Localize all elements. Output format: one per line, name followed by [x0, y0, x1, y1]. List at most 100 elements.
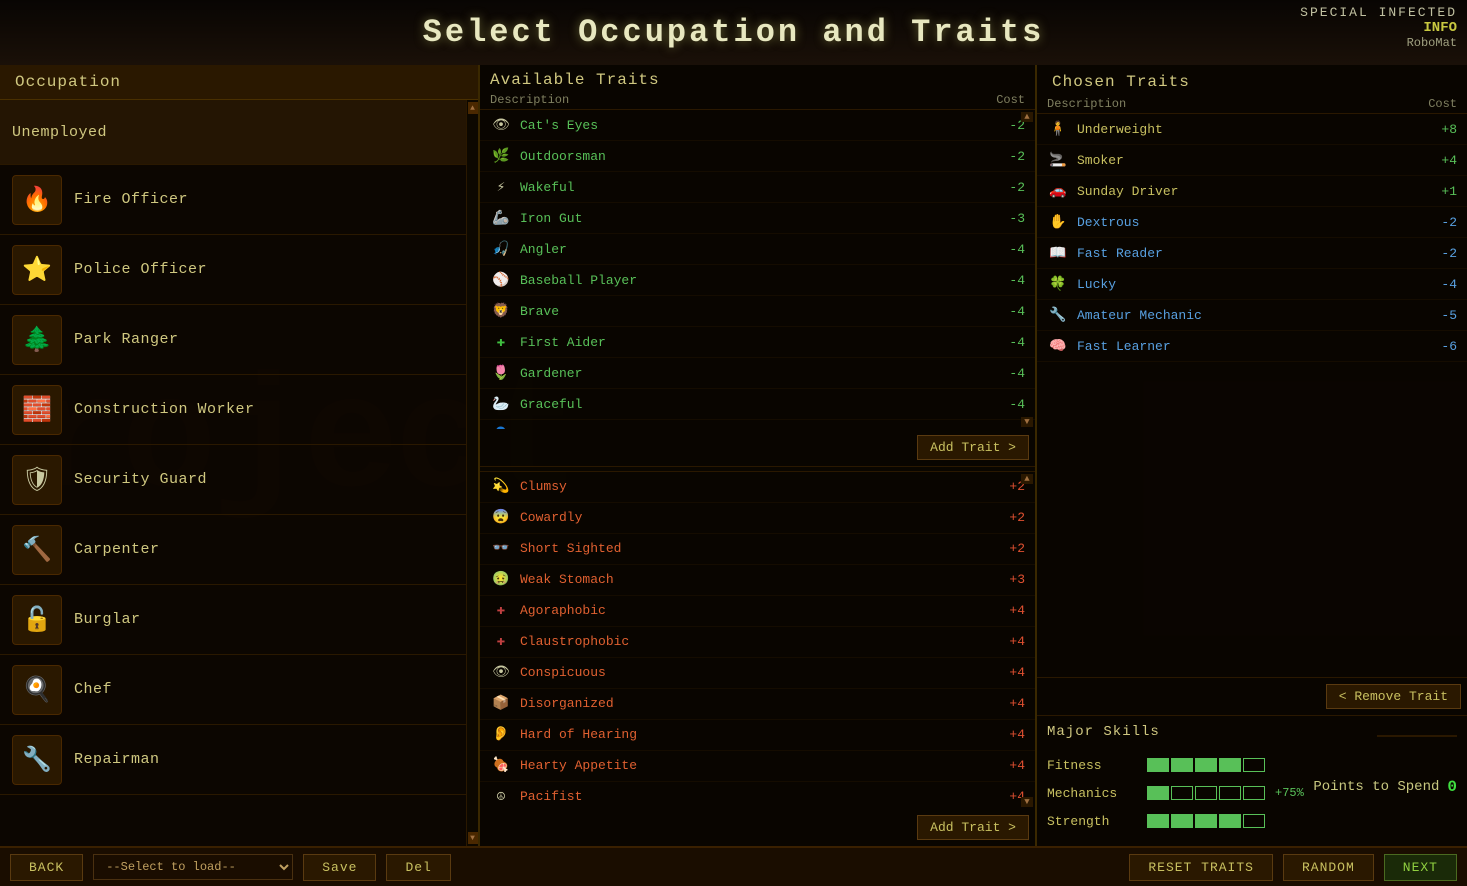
negative-trait-scroll-up[interactable]: ▲: [1021, 474, 1033, 484]
amateur-mechanic-icon: 🔧: [1047, 304, 1069, 326]
occupation-item-repairman[interactable]: 🔧 Repairman: [0, 725, 466, 795]
trait-item-wakeful[interactable]: ⚡ Wakeful -2: [480, 172, 1035, 203]
trait-item-agoraphobic[interactable]: ✚ Agoraphobic +4: [480, 596, 1035, 627]
wakeful-icon: ⚡: [490, 176, 512, 198]
occupation-item-chef[interactable]: 🍳 Chef: [0, 655, 466, 725]
trait-item-gardener[interactable]: 🌷 Gardener -4: [480, 358, 1035, 389]
trait-item-inconspicuous[interactable]: 👤 Inconspicuous -4: [480, 420, 1035, 429]
points-display: Points to Spend 0: [1313, 778, 1457, 796]
chosen-col-header-description: Description: [1047, 97, 1417, 111]
chosen-item-lucky[interactable]: 🍀 Lucky -4: [1037, 269, 1467, 300]
cowardly-icon: 😨: [490, 507, 512, 529]
robomut-label: RoboMat: [1300, 36, 1457, 50]
occupation-item-carpenter[interactable]: 🔨 Carpenter: [0, 515, 466, 585]
occupation-item-construction-worker[interactable]: 🧱 Construction Worker: [0, 375, 466, 445]
trait-item-weak-stomach[interactable]: 🤢 Weak Stomach +3: [480, 565, 1035, 596]
info-button[interactable]: INFO: [1300, 20, 1457, 36]
trait-item-conspicuous[interactable]: 👁 Conspicuous +4: [480, 658, 1035, 689]
occupation-name-unemployed: Unemployed: [12, 124, 107, 141]
chosen-item-fast-learner[interactable]: 🧠 Fast Learner -6: [1037, 331, 1467, 362]
trait-item-short-sighted[interactable]: 👓 Short Sighted +2: [480, 534, 1035, 565]
underweight-icon: 🧍: [1047, 118, 1069, 140]
skill-pip-fitness-5: [1243, 758, 1265, 772]
chosen-item-fast-reader[interactable]: 📖 Fast Reader -2: [1037, 238, 1467, 269]
trait-item-iron-gut[interactable]: 🦾 Iron Gut -3: [480, 203, 1035, 234]
major-skills-title: Major Skills: [1047, 724, 1160, 740]
chosen-item-sunday-driver[interactable]: 🚗 Sunday Driver +1: [1037, 176, 1467, 207]
occupation-name-repairman: Repairman: [74, 751, 160, 768]
skill-pip-strength-2: [1171, 814, 1193, 828]
reset-traits-button[interactable]: RESET TRAITS: [1129, 854, 1273, 881]
chosen-name-amateur-mechanic: Amateur Mechanic: [1077, 308, 1417, 323]
occupation-name-police-officer: Police Officer: [74, 261, 207, 278]
save-button[interactable]: Save: [303, 854, 376, 881]
trait-cost-inconspicuous: -4: [990, 428, 1025, 429]
security-guard-icon: 🛡: [12, 455, 62, 505]
skill-pip-fitness-1: [1147, 758, 1169, 772]
trait-item-hearty-appetite[interactable]: 🍖 Hearty Appetite +4: [480, 751, 1035, 782]
trait-item-disorganized[interactable]: 📦 Disorganized +4: [480, 689, 1035, 720]
traits-panel: Available Traits Description Cost ▲ 👁 Ca…: [480, 65, 1037, 846]
trait-item-baseball-player[interactable]: ⚾ Baseball Player -4: [480, 265, 1035, 296]
occupation-item-unemployed[interactable]: Unemployed: [0, 100, 466, 165]
trait-item-graceful[interactable]: 🦢 Graceful -4: [480, 389, 1035, 420]
trait-item-brave[interactable]: 🦁 Brave -4: [480, 296, 1035, 327]
fire-officer-icon: 🔥: [12, 175, 62, 225]
remove-trait-button[interactable]: < Remove Trait: [1326, 684, 1461, 709]
special-infected-label: SPECIAL INFECTED: [1300, 5, 1457, 20]
trait-name-gardener: Gardener: [520, 366, 990, 381]
chosen-cost-fast-learner: -6: [1417, 339, 1457, 354]
chosen-name-sunday-driver: Sunday Driver: [1077, 184, 1417, 199]
trait-item-outdoorsman[interactable]: 🌿 Outdoorsman -2: [480, 141, 1035, 172]
occupation-item-burglar[interactable]: 🔓 Burglar: [0, 585, 466, 655]
next-button[interactable]: NEXT: [1384, 854, 1457, 881]
lucky-icon: 🍀: [1047, 273, 1069, 295]
occupation-item-police-officer[interactable]: ⭐ Police Officer: [0, 235, 466, 305]
occupation-item-security-guard[interactable]: 🛡 Security Guard: [0, 445, 466, 515]
trait-name-brave: Brave: [520, 304, 990, 319]
chosen-item-underweight[interactable]: 🧍 Underweight +8: [1037, 114, 1467, 145]
trait-item-clumsy[interactable]: 💫 Clumsy +2: [480, 472, 1035, 503]
trait-item-hard-of-hearing[interactable]: 👂 Hard of Hearing +4: [480, 720, 1035, 751]
select-load-dropdown[interactable]: --Select to load--: [93, 854, 293, 880]
del-button[interactable]: Del: [386, 854, 450, 881]
occupation-list: Unemployed 🔥 Fire Officer ⭐ Police Offic…: [0, 100, 466, 846]
chosen-item-amateur-mechanic[interactable]: 🔧 Amateur Mechanic -5: [1037, 300, 1467, 331]
trait-name-cats-eyes: Cat's Eyes: [520, 118, 990, 133]
skill-pip-strength-4: [1219, 814, 1241, 828]
chosen-item-dextrous[interactable]: ✋ Dextrous -2: [1037, 207, 1467, 238]
trait-item-cats-eyes[interactable]: 👁 Cat's Eyes -2: [480, 110, 1035, 141]
trait-item-angler[interactable]: 🎣 Angler -4: [480, 234, 1035, 265]
positive-trait-scroll-down[interactable]: ▼: [1021, 417, 1033, 427]
trait-item-first-aider[interactable]: ✚ First Aider -4: [480, 327, 1035, 358]
positive-trait-scroll-up[interactable]: ▲: [1021, 112, 1033, 122]
positive-trait-list: ▲ 👁 Cat's Eyes -2 🌿 Outdoorsman -2 ⚡ Wak…: [480, 110, 1035, 429]
skill-pip-strength-5: [1243, 814, 1265, 828]
occupation-name-fire-officer: Fire Officer: [74, 191, 188, 208]
chosen-item-smoker[interactable]: 🚬 Smoker +4: [1037, 145, 1467, 176]
trait-name-claustrophobic: Claustrophobic: [520, 634, 990, 649]
fast-learner-icon: 🧠: [1047, 335, 1069, 357]
occupation-item-fire-officer[interactable]: 🔥 Fire Officer: [0, 165, 466, 235]
trait-item-claustrophobic[interactable]: ✚ Claustrophobic +4: [480, 627, 1035, 658]
add-trait-button-lower[interactable]: Add Trait >: [917, 815, 1029, 840]
chosen-cost-dextrous: -2: [1417, 215, 1457, 230]
occupation-item-park-ranger[interactable]: 🌲 Park Ranger: [0, 305, 466, 375]
trait-item-pacifist[interactable]: ☮ Pacifist +4: [480, 782, 1035, 810]
occupation-scrollbar[interactable]: ▲ ▼: [466, 100, 478, 846]
trait-cost-baseball-player: -4: [990, 273, 1025, 288]
header: Select Occupation and Traits: [0, 0, 1467, 65]
negative-trait-scroll-down[interactable]: ▼: [1021, 797, 1033, 807]
add-trait-button-upper[interactable]: Add Trait >: [917, 435, 1029, 460]
chosen-cost-lucky: -4: [1417, 277, 1457, 292]
occupation-name-security-guard: Security Guard: [74, 471, 207, 488]
back-button[interactable]: BACK: [10, 854, 83, 881]
skill-pip-strength-1: [1147, 814, 1169, 828]
trait-name-cowardly: Cowardly: [520, 510, 990, 525]
points-label: Points to Spend: [1313, 779, 1439, 795]
trait-item-cowardly[interactable]: 😨 Cowardly +2: [480, 503, 1035, 534]
occupation-panel-header: Occupation: [0, 65, 478, 100]
random-button[interactable]: RANDOM: [1283, 854, 1374, 881]
inconspicuous-icon: 👤: [490, 424, 512, 429]
angler-icon: 🎣: [490, 238, 512, 260]
